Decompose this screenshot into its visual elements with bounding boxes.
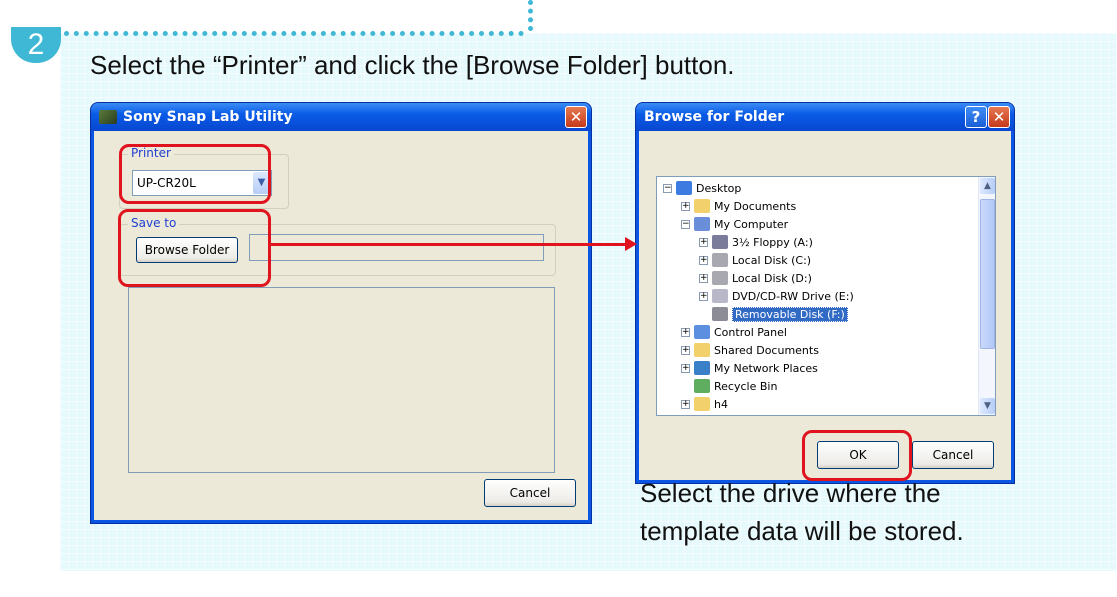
tree-item-label: h4 [714,397,728,411]
expand-icon[interactable]: + [681,327,690,337]
save-path-field [249,234,544,261]
tree-item-label: Shared Documents [714,343,819,357]
note-line: template data will be stored. [640,516,964,546]
tree-item[interactable]: + Local Disk (C:) [699,251,811,269]
step-number-badge: 2 [11,27,61,63]
expand-icon[interactable]: + [699,255,708,265]
expand-icon[interactable]: + [681,201,690,211]
browse-titlebar: Browse for Folder [636,103,1014,131]
browse-client-area: ▲ ▼ − Desktop + My Documents − My Computer +3½… [639,131,1011,480]
cancel-button[interactable]: Cancel [912,441,994,469]
browse-dialog: Browse for Folder ? ✕ ▲ ▼ − Desktop + My Do… [636,103,1014,483]
tree-item[interactable]: + Local Disk (D:) [699,269,812,287]
close-button[interactable]: ✕ [565,106,587,128]
note-line: Select the drive where the [640,478,941,508]
instruction-text: Select the “Printer” and click the [Brow… [90,50,735,80]
help-button[interactable]: ? [965,106,987,128]
tree-item[interactable]: − Desktop [663,179,741,197]
tree-item-label: Recycle Bin [714,379,778,393]
utility-titlebar: Sony Snap Lab Utility [91,103,591,131]
printer-highlight [119,144,271,204]
tree-item-label: Local Disk (D:) [732,271,812,285]
tree-item[interactable]: Recycle Bin [681,377,777,395]
step-connector [64,31,524,36]
disk-icon [712,253,728,267]
tree-item[interactable]: + My Network Places [681,359,818,377]
folder-icon [694,397,710,411]
floppy-icon [712,235,728,249]
folder-tree[interactable]: ▲ ▼ − Desktop + My Documents − My Computer +3½… [656,176,996,416]
expand-icon[interactable]: + [699,237,708,247]
tree-item-label: My Documents [714,199,797,213]
desktop-icon [676,181,692,195]
tree-item[interactable]: + Shared Documents [681,341,819,359]
tree-item-label: My Network Places [714,361,818,375]
tree-item-label: DVD/CD-RW Drive (E:) [732,289,854,303]
folder-icon [694,343,710,357]
browse-folder-highlight [118,209,271,287]
collapse-icon[interactable]: − [663,183,672,193]
tree-item-label: 3½ Floppy (A:) [732,235,813,249]
recycle-bin-icon [694,379,710,393]
log-area [128,287,555,473]
disk-icon [712,271,728,285]
step-connector-vertical [528,0,533,31]
folder-icon [694,199,710,213]
browse-dialog-title: Browse for Folder [644,109,785,125]
tree-item-label: Desktop [696,181,742,195]
removable-disk-icon [712,307,728,321]
close-button[interactable]: ✕ [988,106,1010,128]
tree-item-label: Control Panel [714,325,787,339]
arrow-right-icon [625,237,637,251]
pointer-arrow-line [271,243,627,246]
scroll-up-icon[interactable]: ▲ [980,178,995,194]
tree-item[interactable]: + My Documents [681,197,796,215]
collapse-icon[interactable]: − [681,219,690,229]
note-text: Select the drive where the template data… [640,474,964,550]
app-icon [99,110,117,124]
tree-item[interactable]: + DVD/CD-RW Drive (E:) [699,287,854,305]
tree-item[interactable]: + h4 [681,395,728,413]
expand-icon[interactable]: + [699,291,708,301]
scrollbar-thumb[interactable] [980,199,995,349]
tree-item[interactable]: + Control Panel [681,323,787,341]
computer-icon [694,217,710,231]
tree-item-label: My Computer [714,217,789,231]
tree-item[interactable]: Removable Disk (F:) [699,305,848,323]
control-panel-icon [694,325,710,339]
cancel-button[interactable]: Cancel [484,479,576,507]
expand-icon[interactable]: + [681,345,690,355]
tree-scrollbar[interactable]: ▲ ▼ [978,177,995,415]
tree-item[interactable]: +3½ Floppy (A:) [699,233,813,251]
expand-icon[interactable]: + [699,273,708,283]
network-icon [694,361,710,375]
expand-icon[interactable]: + [681,363,690,373]
tree-item[interactable]: − My Computer [681,215,788,233]
expand-icon[interactable]: + [681,399,690,409]
cd-drive-icon [712,289,728,303]
tree-item-label: Removable Disk (F:) [732,306,848,322]
tree-item-label: Local Disk (C:) [732,253,812,267]
utility-window-title: Sony Snap Lab Utility [123,109,293,125]
scroll-down-icon[interactable]: ▼ [980,398,995,414]
